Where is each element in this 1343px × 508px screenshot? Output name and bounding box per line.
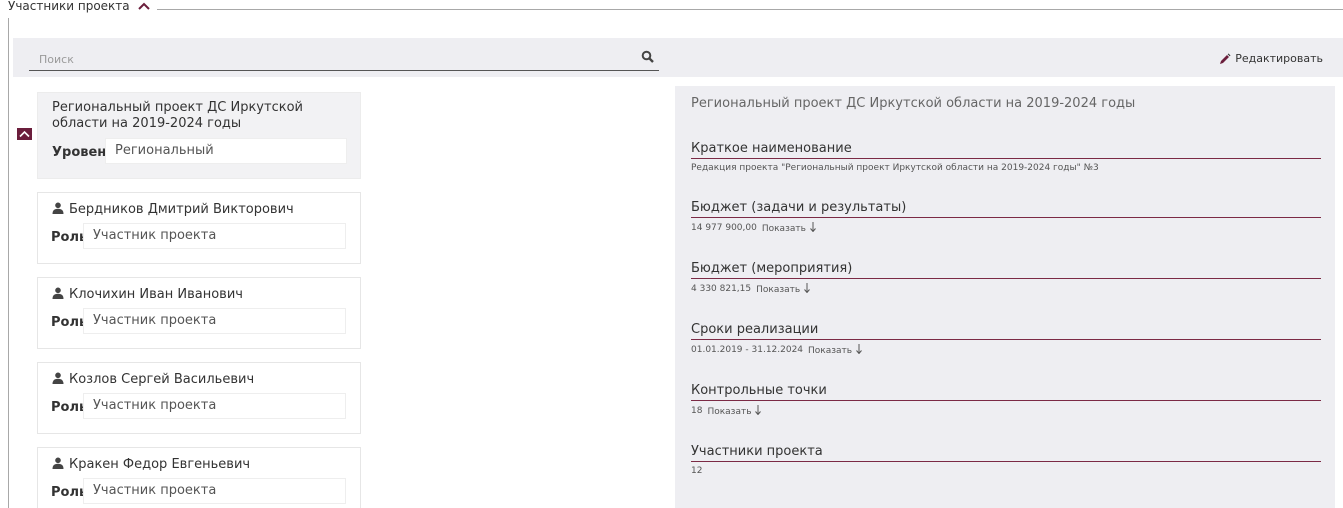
collapse-icon — [19, 130, 30, 138]
detail-value: 4 330 821,15 — [691, 284, 752, 294]
detail-budget-tasks: Бюджет (задачи и результаты) 14 977 900,… — [691, 200, 1321, 234]
member-name: Кракен Федор Евгеньевич — [69, 457, 251, 472]
role-value: Участник проекта — [83, 478, 346, 504]
chevron-up-icon[interactable] — [137, 0, 151, 12]
detail-label: Участники проекта — [691, 444, 1321, 462]
detail-short-name: Краткое наименование Редакция проекта "Р… — [691, 141, 1321, 173]
detail-label: Бюджет (задачи и результаты) — [691, 200, 1321, 218]
role-label: Роль — [51, 315, 88, 330]
section-title: Участники проекта — [8, 0, 130, 13]
member-card[interactable]: Клочихин Иван Иванович Роль Участник про… — [37, 277, 361, 349]
org-name: Региональный проект ДС Иркутской области… — [52, 100, 303, 131]
level-value: Региональный — [105, 138, 347, 164]
detail-value: 14 977 900,00 — [691, 223, 757, 233]
edit-button-label: Редактировать — [1235, 52, 1323, 65]
member-name-row: Бердников Дмитрий Викторович — [52, 202, 294, 218]
detail-checkpoints: Контрольные точки 18 Показать — [691, 383, 1321, 417]
frame-border-top — [8, 9, 1343, 10]
search-icon[interactable] — [641, 50, 655, 64]
org-card[interactable]: Региональный проект ДС Иркутской области… — [37, 92, 361, 179]
member-card[interactable]: Козлов Сергей Васильевич Роль Участник п… — [37, 362, 361, 434]
detail-value: 01.01.2019 - 31.12.2024 — [691, 345, 804, 355]
member-name-row: Козлов Сергей Васильевич — [52, 372, 254, 388]
member-card[interactable]: Кракен Федор Евгеньевич Роль Участник пр… — [37, 447, 361, 508]
role-value: Участник проекта — [83, 308, 346, 334]
show-link[interactable]: Показать — [762, 222, 817, 234]
search-input[interactable] — [29, 49, 619, 70]
user-icon — [52, 457, 64, 469]
details-title: Региональный проект ДС Иркутской области… — [691, 96, 1136, 111]
arrow-down-icon — [755, 405, 762, 415]
edit-button[interactable]: Редактировать — [1219, 52, 1323, 65]
detail-label: Краткое наименование — [691, 141, 1321, 159]
detail-value: Редакция проекта "Региональный проект Ир… — [691, 163, 1099, 173]
role-label: Роль — [51, 230, 88, 245]
arrow-down-icon — [804, 283, 810, 293]
user-icon — [52, 202, 64, 214]
member-name: Козлов Сергей Васильевич — [69, 372, 255, 387]
toolbar: Редактировать — [13, 38, 1343, 77]
show-link[interactable]: Показать — [756, 283, 811, 295]
detail-value: 18 — [691, 406, 703, 416]
frame-border-left — [8, 9, 9, 508]
member-card[interactable]: Бердников Дмитрий Викторович Роль Участн… — [37, 192, 361, 264]
member-name-row: Кракен Федор Евгеньевич — [52, 457, 250, 473]
detail-participants: Участники проекта 12 — [691, 444, 1321, 476]
section-header[interactable]: Участники проекта — [8, 0, 157, 18]
detail-value: 12 — [691, 466, 703, 476]
member-name-row: Клочихин Иван Иванович — [52, 287, 243, 303]
user-icon — [52, 372, 64, 384]
member-name: Клочихин Иван Иванович — [69, 287, 243, 302]
details-panel: Региональный проект ДС Иркутской области… — [675, 86, 1335, 508]
arrow-down-icon — [809, 222, 816, 232]
detail-dates: Сроки реализации 01.01.2019 - 31.12.2024… — [691, 322, 1321, 356]
role-value: Участник проекта — [83, 223, 346, 249]
detail-label: Контрольные точки — [691, 383, 1321, 401]
role-label: Роль — [51, 400, 88, 415]
show-link[interactable]: Показать — [808, 344, 863, 356]
user-icon — [52, 287, 64, 299]
search-box — [29, 48, 659, 71]
collapse-tree-button[interactable] — [17, 128, 32, 140]
detail-label: Бюджет (мероприятия) — [691, 261, 1321, 279]
role-value: Участник проекта — [83, 393, 346, 419]
pencil-icon — [1220, 53, 1231, 64]
arrow-down-icon — [856, 344, 862, 354]
detail-budget-events: Бюджет (мероприятия) 4 330 821,15 Показа… — [691, 261, 1321, 295]
role-label: Роль — [51, 485, 88, 500]
show-link[interactable]: Показать — [707, 405, 762, 417]
member-name: Бердников Дмитрий Викторович — [69, 202, 294, 217]
detail-label: Сроки реализации — [691, 322, 1321, 340]
